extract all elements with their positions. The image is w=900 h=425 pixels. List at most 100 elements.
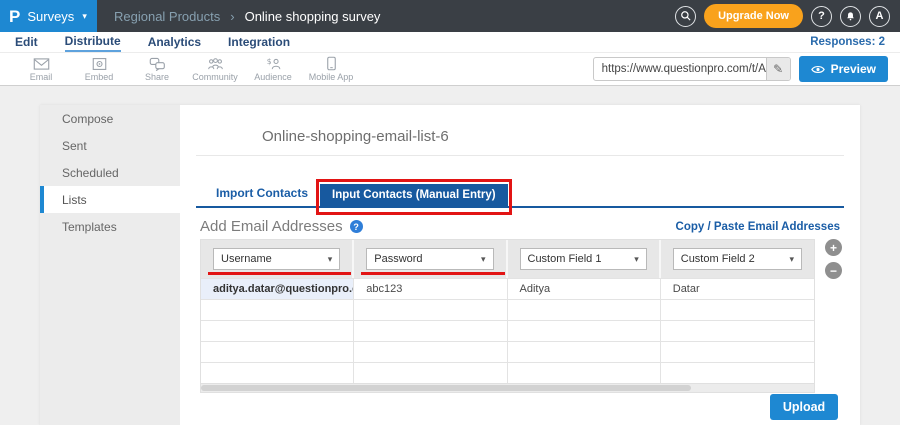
password-field-select[interactable]: Password ▾: [366, 248, 494, 270]
toolbar-item-label: Community: [192, 71, 238, 82]
cell-password[interactable]: [354, 363, 508, 383]
embed-icon: [92, 57, 106, 70]
column-header-password: Password ▾: [354, 240, 508, 278]
eye-icon: [810, 65, 825, 73]
add-row-button[interactable]: +: [825, 239, 842, 256]
cell-custom2[interactable]: [661, 342, 814, 362]
sidebar-item-scheduled[interactable]: Scheduled: [40, 159, 180, 186]
preview-button[interactable]: Preview: [798, 56, 888, 82]
list-content: Online-shopping-email-list-6 Import Cont…: [180, 105, 860, 425]
toolbar-item-email[interactable]: Email: [12, 57, 70, 82]
breadcrumb-separator-icon: ›: [230, 8, 235, 24]
help-button[interactable]: ?: [811, 5, 832, 27]
email-entry-table: Username ▾ Password ▾ Custom Field 1 ▾ C…: [200, 239, 815, 393]
survey-url-value[interactable]: https://www.questionpro.com/t/APNrFZ: [594, 58, 766, 80]
cell-custom2[interactable]: Datar: [661, 279, 814, 299]
cell-custom1[interactable]: [508, 300, 661, 320]
upload-button[interactable]: Upload: [770, 394, 838, 420]
custom-field-1-select[interactable]: Custom Field 1 ▾: [519, 248, 647, 270]
red-annotation-underline: [361, 272, 505, 275]
select-value: Custom Field 2: [680, 253, 755, 265]
surveys-menu[interactable]: P Surveys ▾: [0, 0, 97, 32]
toolbar-item-share[interactable]: Share: [128, 57, 186, 82]
cell-custom1[interactable]: [508, 342, 661, 362]
edit-url-button[interactable]: ✎: [765, 58, 790, 80]
toolbar-item-embed[interactable]: Embed: [70, 57, 128, 82]
custom-field-2-select[interactable]: Custom Field 2 ▾: [672, 248, 802, 270]
toolbar-item-label: Mobile App: [308, 72, 354, 82]
community-icon: [207, 57, 223, 69]
toolbar-item-label: Audience: [254, 71, 292, 82]
copy-paste-email-addresses-link[interactable]: Copy / Paste Email Addresses: [676, 221, 840, 233]
toolbar-item-audience[interactable]: $ Audience: [244, 57, 302, 82]
cell-custom2[interactable]: [661, 321, 814, 341]
cell-custom1[interactable]: [508, 363, 661, 383]
add-email-addresses-title: Add Email Addresses: [200, 218, 343, 235]
plus-icon: +: [829, 240, 837, 255]
share-icon: [149, 57, 165, 71]
cell-custom2[interactable]: [661, 300, 814, 320]
cell-password[interactable]: [354, 342, 508, 362]
questionpro-logo-icon: P: [9, 6, 21, 26]
cell-email[interactable]: [201, 342, 355, 362]
tab-input-contacts-manual-entry[interactable]: Input Contacts (Manual Entry): [316, 179, 512, 215]
title-divider: [196, 155, 844, 156]
cell-password[interactable]: [354, 321, 508, 341]
top-bar: P Surveys ▾ Regional Products › Online s…: [0, 0, 900, 32]
cell-custom1[interactable]: [508, 321, 661, 341]
add-email-header-row: Add Email Addresses ? Copy / Paste Email…: [200, 218, 840, 235]
cell-custom1[interactable]: Aditya: [508, 279, 661, 299]
cell-password[interactable]: [354, 300, 508, 320]
toolbar-item-label: Share: [144, 71, 170, 82]
select-value: Password: [374, 253, 423, 265]
cell-email[interactable]: [201, 300, 355, 320]
table-row: [201, 299, 814, 320]
cell-custom2[interactable]: [661, 363, 814, 383]
toolbar-item-mobile-app[interactable]: Mobile App: [302, 56, 360, 82]
cell-email[interactable]: aditya.datar@questionpro.com: [201, 279, 355, 299]
table-row: [201, 320, 814, 341]
nav-item-analytics[interactable]: Analytics: [148, 33, 201, 51]
column-header-username: Username ▾: [201, 240, 355, 278]
scrollbar-thumb[interactable]: [201, 385, 692, 391]
table-header-row: Username ▾ Password ▾ Custom Field 1 ▾ C…: [201, 240, 814, 278]
nav-item-distribute[interactable]: Distribute: [64, 32, 121, 52]
account-avatar[interactable]: A: [869, 5, 890, 27]
notifications-button[interactable]: [840, 5, 861, 27]
sidebar-item-sent[interactable]: Sent: [40, 132, 180, 159]
survey-url-field: https://www.questionpro.com/t/APNrFZ ✎: [592, 57, 791, 81]
responses-count-link[interactable]: Responses: 2: [810, 36, 885, 48]
surveys-menu-label: Surveys: [27, 8, 75, 24]
breadcrumb-current: Online shopping survey: [244, 8, 381, 24]
toolbar-item-label: Embed: [84, 71, 114, 82]
help-icon[interactable]: ?: [349, 220, 363, 233]
svg-text:$: $: [266, 57, 271, 66]
cell-email[interactable]: [201, 321, 355, 341]
table-row: [201, 341, 814, 362]
toolbar-item-community[interactable]: Community: [186, 57, 244, 82]
cell-password[interactable]: abc123: [354, 279, 508, 299]
sidebar-item-lists[interactable]: Lists: [40, 186, 180, 213]
breadcrumb: Regional Products › Online shopping surv…: [114, 0, 380, 32]
nav-item-edit[interactable]: Edit: [15, 33, 38, 51]
remove-row-button[interactable]: −: [825, 262, 842, 279]
audience-icon: $: [266, 57, 280, 69]
toolbar-item-label: Email: [29, 71, 53, 82]
column-header-custom-field-1: Custom Field 1 ▾: [508, 240, 661, 278]
upgrade-now-button[interactable]: Upgrade Now: [704, 4, 803, 28]
column-header-custom-field-2: Custom Field 2 ▾: [661, 240, 814, 278]
email-icon: [33, 57, 49, 70]
nav-item-integration[interactable]: Integration: [228, 33, 290, 51]
username-field-select[interactable]: Username ▾: [213, 248, 341, 270]
cell-email[interactable]: [201, 363, 355, 383]
sidebar-item-templates[interactable]: Templates: [40, 213, 180, 240]
table-row: aditya.datar@questionpro.com abc123 Adit…: [201, 278, 814, 299]
row-controls: + −: [825, 239, 842, 279]
avatar-initial: A: [875, 10, 884, 22]
search-button[interactable]: [675, 5, 697, 27]
sidebar-item-compose[interactable]: Compose: [40, 105, 180, 132]
breadcrumb-parent[interactable]: Regional Products: [114, 9, 220, 24]
horizontal-scrollbar[interactable]: [201, 383, 814, 392]
tab-import-contacts[interactable]: Import Contacts: [196, 180, 320, 206]
minus-icon: −: [829, 263, 837, 278]
